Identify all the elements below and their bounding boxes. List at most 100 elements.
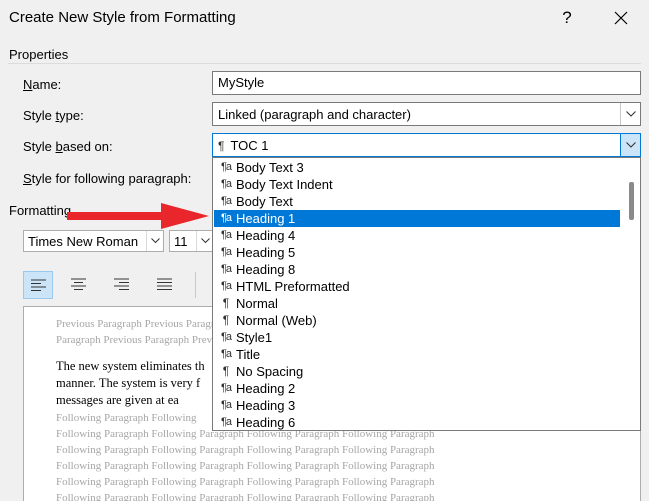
align-center-icon	[71, 278, 86, 290]
dialog-title: Create New Style from Formatting	[9, 9, 236, 26]
preview-previous-line: Previous Paragraph Previous Paragra	[56, 318, 220, 330]
list-item-label: Heading 2	[236, 381, 296, 396]
list-item[interactable]: ¶a Heading 4	[214, 227, 620, 244]
linked-style-icon: ¶a	[220, 416, 232, 428]
style-based-on-list[interactable]: ¶a Body Text 3 ¶a Body Text Indent ¶a Body Te…	[212, 157, 641, 431]
align-right-icon	[114, 278, 129, 290]
justify-button[interactable]	[150, 271, 180, 299]
list-item[interactable]: ¶a Heading 8	[214, 261, 620, 278]
justify-icon	[157, 278, 172, 290]
linked-style-icon: ¶a	[220, 212, 232, 224]
linked-style-icon: ¶a	[220, 263, 232, 275]
font-name-value: Times New Roman	[28, 234, 139, 249]
preview-sample-line: messages are given at ea	[56, 393, 179, 407]
based-on-value: ¶ TOC 1	[218, 138, 269, 153]
list-item[interactable]: ¶a Body Text 3	[214, 159, 620, 176]
list-item[interactable]: ¶ Normal (Web)	[214, 312, 620, 329]
chevron-down-icon	[201, 238, 210, 244]
toolbar-separator	[195, 272, 196, 298]
linked-style-icon: ¶a	[220, 382, 232, 394]
red-arrow-annotation	[67, 203, 209, 229]
name-label: Name:	[23, 77, 62, 92]
preview-following-line: Following Paragraph Following Paragraph …	[56, 492, 435, 501]
list-item-label: No Spacing	[236, 364, 304, 379]
linked-style-icon: ¶a	[220, 348, 232, 360]
list-item-label: Heading 8	[236, 262, 296, 277]
help-button[interactable]: ?	[554, 3, 580, 33]
list-item[interactable]: ¶a Title	[214, 346, 620, 363]
properties-group-label: Properties	[9, 47, 69, 62]
style-type-combo[interactable]: Linked (paragraph and character)	[212, 102, 641, 126]
align-center-button[interactable]	[64, 271, 94, 299]
preview-sample-line: manner. The system is very f	[56, 376, 201, 390]
list-item[interactable]: ¶a Style1	[214, 329, 620, 346]
list-item-label: Normal (Web)	[236, 313, 317, 328]
list-item[interactable]: ¶ Normal	[214, 295, 620, 312]
linked-style-icon: ¶a	[220, 229, 232, 241]
list-item-label: Heading 3	[236, 398, 296, 413]
list-item[interactable]: ¶a Body Text	[214, 193, 620, 210]
name-field[interactable]: MyStyle	[212, 71, 641, 95]
list-item[interactable]: ¶a Heading 2	[214, 380, 620, 397]
close-icon	[614, 11, 628, 25]
based-on-dropdown-button[interactable]	[620, 134, 640, 156]
list-item-label: Body Text Indent	[236, 177, 333, 192]
list-item[interactable]: ¶a HTML Preformatted	[214, 278, 620, 295]
align-right-button[interactable]	[107, 271, 137, 299]
linked-style-icon: ¶a	[220, 178, 232, 190]
style-type-dropdown-button[interactable]	[620, 103, 640, 125]
list-item-label: Heading 6	[236, 415, 296, 430]
linked-style-icon: ¶a	[220, 161, 232, 173]
formatting-group-label: Formatting	[9, 203, 72, 218]
linked-style-icon: ¶a	[220, 195, 232, 207]
list-item-label: Body Text 3	[236, 160, 304, 175]
list-item-label: Normal	[236, 296, 278, 311]
based-on-label: Style based on:	[23, 139, 113, 154]
list-item-label: HTML Preformatted	[236, 279, 350, 294]
close-button[interactable]	[604, 3, 638, 33]
list-item-label: Heading 1	[236, 211, 296, 226]
following-paragraph-label: Style for following paragraph:	[23, 171, 192, 186]
preview-following-line: Following Paragraph Following Paragraph …	[56, 476, 435, 488]
linked-style-icon: ¶a	[220, 331, 232, 343]
preview-following-line: Following Paragraph Following	[56, 412, 197, 424]
list-item-label: Body Text	[236, 194, 293, 209]
style-type-value: Linked (paragraph and character)	[218, 107, 411, 122]
paragraph-style-icon: ¶	[222, 313, 230, 327]
list-item-label: Title	[236, 347, 261, 362]
list-item[interactable]: ¶a Heading 5	[214, 244, 620, 261]
font-size-value: 11	[174, 234, 188, 249]
font-name-dropdown-button[interactable]	[146, 231, 163, 251]
style-based-on-combo[interactable]: ¶ TOC 1	[212, 133, 641, 157]
list-item-label: Style1	[236, 330, 273, 345]
align-left-button[interactable]	[23, 271, 53, 299]
chevron-down-icon	[151, 238, 160, 244]
linked-style-icon: ¶a	[220, 280, 232, 292]
font-size-dropdown-button[interactable]	[196, 231, 213, 251]
preview-following-line: Following Paragraph Following Paragraph …	[56, 460, 435, 472]
preview-previous-line: Paragraph Previous Paragraph Previou	[56, 334, 227, 346]
paragraph-style-icon: ¶	[218, 139, 225, 153]
title-bar: Create New Style from Formatting ?	[0, 0, 649, 36]
list-item[interactable]: ¶a Heading 6	[214, 414, 620, 430]
list-item[interactable]: ¶a Heading 1	[214, 210, 620, 227]
preview-following-line: Following Paragraph Following Paragraph …	[56, 444, 435, 456]
based-on-value-text: TOC 1	[230, 138, 269, 153]
list-item-label: Heading 4	[236, 228, 296, 243]
list-scrollbar[interactable]	[622, 158, 640, 430]
scrollbar-thumb[interactable]	[629, 182, 634, 220]
list-item[interactable]: ¶a Body Text Indent	[214, 176, 620, 193]
linked-style-icon: ¶a	[220, 399, 232, 411]
style-type-label: Style type:	[23, 108, 84, 123]
paragraph-style-icon: ¶	[222, 296, 230, 310]
paragraph-style-icon: ¶	[222, 364, 230, 378]
chevron-down-icon	[626, 111, 636, 117]
preview-sample-line: The new system eliminates th	[56, 359, 205, 373]
list-item[interactable]: ¶a Heading 3	[214, 397, 620, 414]
list-item-label: Heading 5	[236, 245, 296, 260]
chevron-down-icon	[626, 142, 636, 148]
align-left-icon	[31, 279, 46, 291]
linked-style-icon: ¶a	[220, 246, 232, 258]
properties-divider	[8, 63, 641, 64]
list-item[interactable]: ¶ No Spacing	[214, 363, 620, 380]
